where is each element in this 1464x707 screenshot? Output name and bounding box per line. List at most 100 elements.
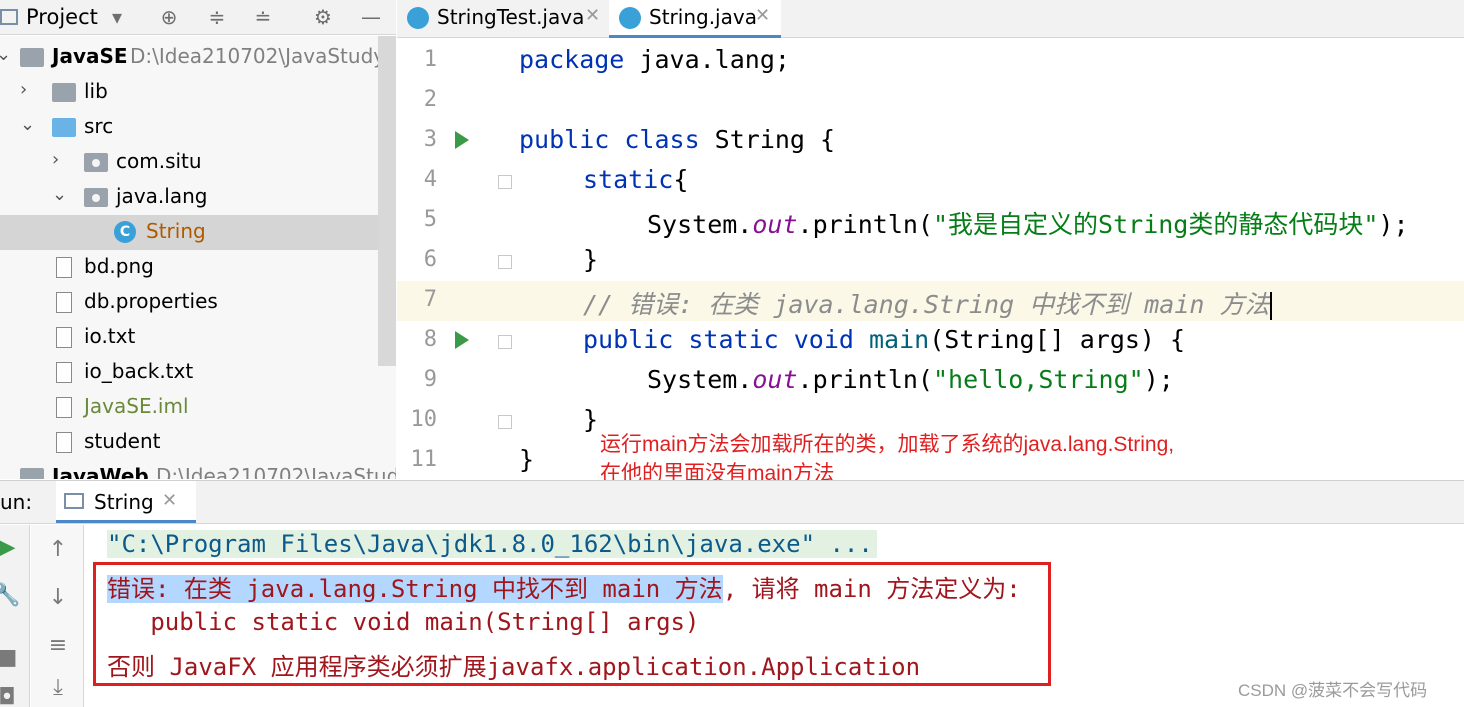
- project-tree: ⌄ JavaSE D:\Idea210702\JavaStudy\Ja › li…: [0, 36, 396, 479]
- console-command-line: "C:\Program Files\Java\jdk1.8.0_162\bin\…: [107, 530, 877, 558]
- code-line-1: package java.lang;: [519, 45, 790, 74]
- code-token: String {: [699, 125, 836, 154]
- package-icon: [84, 153, 108, 172]
- tab-label: StringTest.java: [437, 5, 585, 29]
- code-line-4: static{: [583, 165, 688, 194]
- java-class-icon: [407, 7, 429, 29]
- close-icon[interactable]: ✕: [162, 490, 177, 511]
- tree-item-com-situ[interactable]: › com.situ: [0, 145, 378, 180]
- close-icon[interactable]: ✕: [585, 5, 600, 26]
- rerun-icon[interactable]: ▶: [0, 535, 22, 560]
- code-line-7: // 错误: 在类 java.lang.String 中找不到 main 方法: [583, 285, 1272, 321]
- tree-item-io-back-txt[interactable]: io_back.txt: [0, 355, 378, 390]
- run-tab-string[interactable]: String ✕: [56, 481, 196, 523]
- code-line-3: public class String {: [519, 125, 835, 154]
- chevron-right-icon[interactable]: ›: [52, 149, 70, 170]
- scroll-to-end-icon[interactable]: ⤓: [43, 675, 73, 700]
- tree-item-label: com.situ: [116, 149, 202, 173]
- code-token: }: [583, 245, 599, 274]
- tree-item-label: java.lang: [116, 184, 208, 208]
- chevron-right-icon[interactable]: ›: [20, 79, 38, 100]
- code-comment: // 错误: 在类 java.lang.String 中找不到 main 方法: [583, 290, 1270, 319]
- code-token: "hello,String": [932, 365, 1144, 394]
- image-file-icon: [56, 257, 72, 278]
- tree-item-label: JavaWeb: [52, 464, 149, 479]
- chevron-down-icon[interactable]: ⌄: [20, 114, 38, 135]
- code-token: java.lang;: [624, 45, 790, 74]
- code-token: main: [869, 325, 930, 354]
- stop-icon[interactable]: ■: [0, 645, 22, 670]
- code-token: System.: [647, 210, 753, 239]
- code-line-10: }: [583, 405, 598, 434]
- project-view-title[interactable]: Project: [26, 5, 98, 29]
- line-number: 4: [423, 167, 437, 192]
- code-token: "我是自定义的String类的静态代码块": [932, 210, 1379, 239]
- code-token: (String[] args) {: [929, 325, 1186, 354]
- tree-item-lib[interactable]: › lib: [0, 75, 378, 110]
- tree-item-student[interactable]: student: [0, 425, 378, 460]
- project-view-icon: [0, 9, 18, 25]
- tree-item-label: db.properties: [84, 289, 218, 313]
- module-path: D:\Idea210702\JavaStudy\Ja: [130, 44, 396, 68]
- up-arrow-icon[interactable]: ↑: [43, 537, 73, 562]
- minimize-icon[interactable]: —: [358, 4, 384, 30]
- tree-item-java-lang[interactable]: ⌄ java.lang: [0, 180, 378, 215]
- run-gutter-icon[interactable]: [455, 331, 469, 349]
- chevron-down-icon[interactable]: ⌄: [52, 184, 70, 205]
- locate-icon[interactable]: ⊕: [156, 4, 182, 30]
- tree-item-javase[interactable]: ⌄ JavaSE D:\Idea210702\JavaStudy\Ja: [0, 40, 396, 75]
- expand-all-icon[interactable]: ≑: [204, 4, 230, 30]
- line-number: 10: [410, 407, 438, 432]
- dropdown-icon[interactable]: ▾: [104, 4, 130, 30]
- chevron-down-icon[interactable]: ⌄: [0, 44, 14, 65]
- tree-item-db-properties[interactable]: db.properties: [0, 285, 378, 320]
- wrench-icon[interactable]: 🔧: [0, 583, 22, 608]
- code-line-6: }: [583, 245, 598, 274]
- java-class-icon: C: [114, 221, 136, 243]
- line-number: 7: [423, 287, 437, 312]
- tree-item-label: student: [84, 429, 161, 453]
- line-number: 11: [410, 447, 438, 472]
- tree-item-label: JavaSE: [52, 44, 128, 68]
- error-highlight-box: [93, 562, 1051, 686]
- code-editor[interactable]: package java.lang; public class String {…: [509, 39, 1464, 479]
- project-toolbar: Project ▾ ⊕ ≑ ≐ ⚙ —: [0, 0, 396, 35]
- camera-icon[interactable]: ◘: [0, 685, 22, 707]
- down-arrow-icon[interactable]: ↓: [43, 585, 73, 610]
- soft-wrap-icon[interactable]: ≡: [43, 633, 73, 658]
- collapse-all-icon[interactable]: ≐: [250, 4, 276, 30]
- watermark: CSDN @菠菜不会写代码: [1238, 681, 1428, 700]
- line-number: 9: [423, 367, 437, 392]
- text-file-icon: [56, 327, 72, 348]
- code-line-9: System.out.println("hello,String");: [647, 365, 1174, 394]
- iml-file-icon: [56, 397, 72, 418]
- properties-file-icon: [56, 292, 72, 313]
- annotation-line: 运行main方法会加载所在的类，加载了系统的java.lang.String,: [600, 433, 1175, 456]
- run-tab-label: String: [94, 490, 154, 514]
- tree-item-string[interactable]: C String: [0, 215, 378, 250]
- code-token: static: [583, 165, 674, 194]
- text-caret: [1269, 292, 1272, 320]
- tree-item-javase-iml[interactable]: JavaSE.iml: [0, 390, 378, 425]
- run-gutter-icon[interactable]: [455, 131, 469, 149]
- tab-string-java[interactable]: String.java ✕: [609, 0, 781, 38]
- tree-item-label: bd.png: [84, 254, 154, 278]
- editor-tab-bar: StringTest.java ✕ String.java ✕: [397, 0, 1464, 38]
- tree-item-io-txt[interactable]: io.txt: [0, 320, 378, 355]
- line-number: 8: [423, 327, 437, 352]
- folder-icon: [52, 83, 76, 102]
- close-icon[interactable]: ✕: [755, 5, 770, 26]
- unknown-file-icon: [56, 432, 72, 453]
- gear-icon[interactable]: ⚙: [310, 4, 336, 30]
- code-token: }: [583, 405, 599, 434]
- run-label: un:: [0, 490, 33, 514]
- tree-item-bd-png[interactable]: bd.png: [0, 250, 378, 285]
- module-path: D:\Idea210702\JavaStudy: [156, 464, 396, 479]
- code-token: public static void: [583, 325, 854, 354]
- code-line-5: System.out.println("我是自定义的String类的静态代码块"…: [647, 205, 1409, 241]
- text-file-icon: [56, 362, 72, 383]
- tab-stringtest-java[interactable]: StringTest.java ✕: [397, 0, 609, 38]
- tree-item-src[interactable]: ⌄ src: [0, 110, 378, 145]
- tree-item-javaweb[interactable]: JavaWeb D:\Idea210702\JavaStudy: [0, 460, 396, 479]
- tree-scrollbar[interactable]: [378, 36, 396, 366]
